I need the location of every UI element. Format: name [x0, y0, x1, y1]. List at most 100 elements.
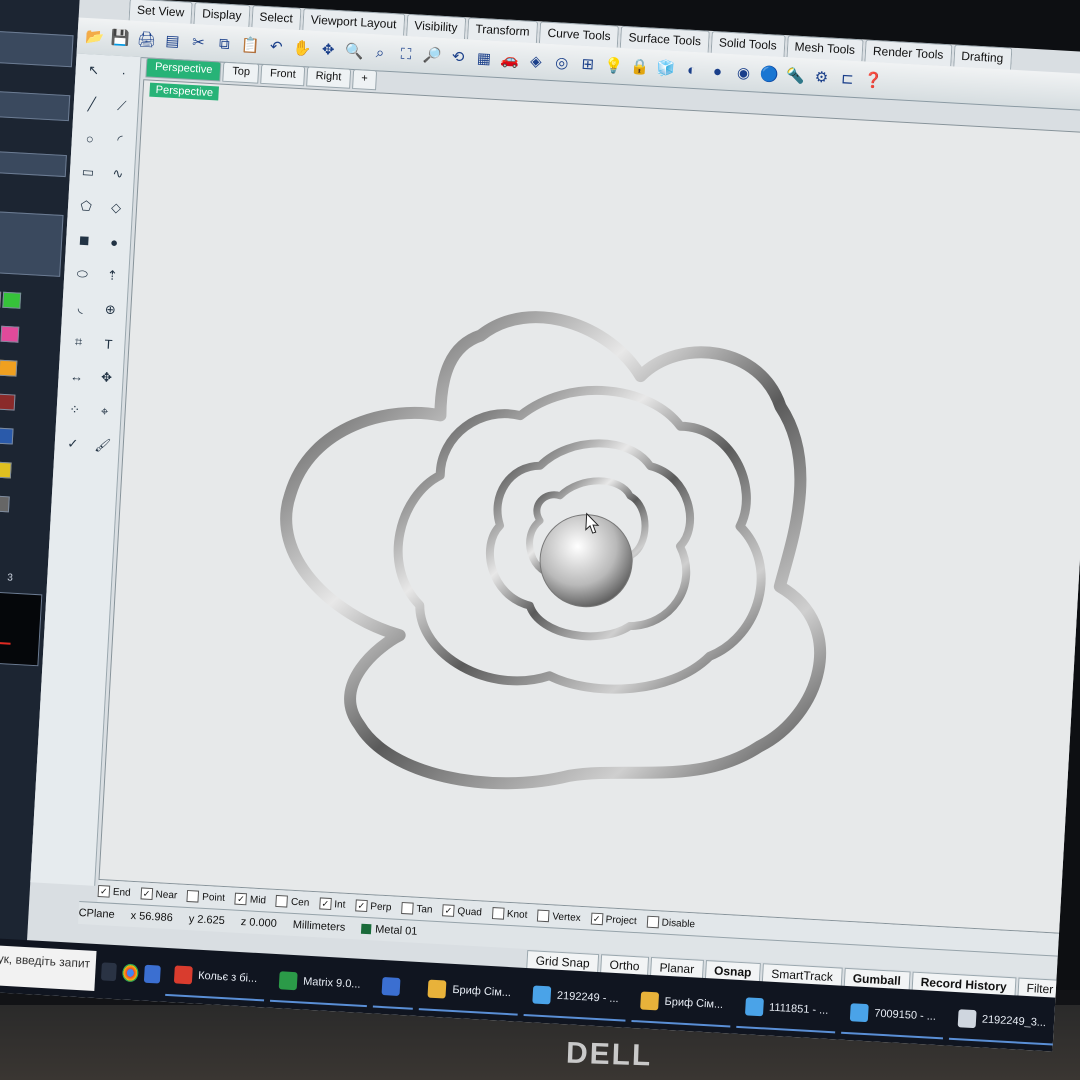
polygon-icon[interactable]: ⬠	[76, 196, 97, 217]
folder-open-icon[interactable]: 📂	[83, 25, 106, 48]
checkbox[interactable]: ✓	[318, 897, 332, 911]
layer-color-swatch[interactable]	[0, 359, 18, 377]
material-icon[interactable]: 🧊	[654, 57, 677, 80]
viewport-tab-right[interactable]: Right	[306, 66, 351, 89]
curve-icon[interactable]: ∿	[107, 163, 128, 184]
layer-color-swatch[interactable]	[0, 495, 10, 513]
copy-icon[interactable]: ⧉	[213, 32, 236, 55]
viewport-tab-perspective[interactable]: Perspective	[145, 57, 222, 82]
point-icon[interactable]: ·	[113, 62, 134, 83]
osnap-project[interactable]: ✓ Project	[590, 912, 637, 928]
dimension-icon[interactable]: ⊏	[836, 67, 859, 90]
taskbar-item[interactable]: Бриф Сім...	[631, 980, 733, 1028]
mesh-icon[interactable]: ⌗	[68, 332, 89, 353]
osnap-disable[interactable]: Disable	[646, 915, 695, 931]
checkbox[interactable]: ✓	[234, 892, 248, 906]
viewport-tab-top[interactable]: Top	[222, 61, 260, 84]
undo-icon[interactable]: ↶	[265, 35, 288, 58]
checkbox[interactable]	[401, 901, 414, 915]
layer-color-swatch[interactable]	[0, 461, 12, 479]
layer-color-swatch[interactable]	[2, 291, 22, 309]
circle-icon[interactable]: ○	[79, 128, 100, 149]
checkbox[interactable]: ✓	[355, 899, 368, 913]
surface-icon[interactable]: ◇	[106, 197, 127, 218]
spotlight-icon[interactable]: 🔦	[784, 64, 807, 87]
checkbox[interactable]	[537, 909, 550, 923]
check-icon[interactable]: ✓	[62, 433, 83, 454]
osnap-point[interactable]: Point	[186, 889, 225, 904]
boolean-icon[interactable]: ⊕	[100, 299, 121, 320]
taskbar-item[interactable]: Кольє з бі...	[164, 953, 267, 1002]
taskbar-item[interactable]: 1111851 - ...	[735, 985, 838, 1034]
zoom-window-icon[interactable]: ⌕	[369, 41, 392, 64]
shaded-sphere-icon[interactable]: ●	[706, 60, 729, 83]
osnap-tan[interactable]: Tan	[401, 901, 433, 916]
grid-icon[interactable]: ▦	[472, 47, 495, 70]
move-icon[interactable]: ✥	[317, 38, 340, 61]
perspective-viewport[interactable]: Perspective	[98, 79, 1080, 934]
taskbar-item[interactable]: Matrix 9.0...	[269, 959, 370, 1008]
cylinder-icon[interactable]: ⬭	[72, 264, 93, 285]
rotate-view-icon[interactable]: ⟲	[446, 45, 469, 68]
osnap-cen[interactable]: Cen	[275, 894, 310, 909]
fillet-icon[interactable]: ◟	[70, 298, 91, 319]
taskbar-item[interactable]: 2192249 - ...	[523, 974, 628, 1022]
gear-icon[interactable]: ⚙	[810, 66, 833, 89]
osnap-int[interactable]: ✓ Int	[318, 897, 346, 911]
light-bulb-icon[interactable]: 💡	[602, 54, 625, 77]
zoom-icon[interactable]: 🔍	[343, 39, 366, 62]
taskbar-item[interactable]	[373, 965, 416, 1010]
layer-color-swatch[interactable]	[0, 290, 2, 308]
paint-icon[interactable]: 🖌	[92, 435, 113, 456]
cut-icon[interactable]: ✂	[187, 31, 210, 54]
lock-icon[interactable]: 🔒	[628, 55, 651, 78]
rectangle-icon[interactable]: ▭	[77, 162, 98, 183]
layer-color-swatch[interactable]	[0, 325, 20, 343]
left-panel-palette[interactable]	[0, 209, 64, 277]
select-arrow-icon[interactable]: ↖	[83, 60, 104, 81]
pan-hand-icon[interactable]: ✋	[291, 36, 314, 59]
osnap-mid[interactable]: ✓ Mid	[234, 892, 267, 907]
osnap-near[interactable]: ✓ Near	[140, 887, 178, 901]
checkbox[interactable]	[646, 915, 660, 929]
osnap-end[interactable]: ✓ End	[97, 884, 131, 899]
car-icon[interactable]: 🚗	[498, 48, 521, 71]
extrude-icon[interactable]: ⇡	[102, 265, 123, 286]
layer-icon[interactable]: ⊞	[576, 52, 599, 75]
file-icon[interactable]	[143, 964, 161, 984]
render-sphere-icon[interactable]: 🔵	[758, 63, 781, 86]
color-wheel-icon[interactable]: ◐	[680, 58, 703, 81]
named-view-icon[interactable]: ◈	[524, 50, 547, 73]
analyze-icon[interactable]: ⌖	[94, 401, 115, 422]
target-icon[interactable]: ◎	[550, 51, 573, 74]
checkbox[interactable]: ✓	[140, 887, 153, 901]
menu-tab-drafting[interactable]: Drafting	[952, 44, 1012, 70]
line-icon[interactable]: ╱	[81, 94, 102, 115]
save-icon[interactable]: 💾	[109, 26, 132, 49]
osnap-perp[interactable]: ✓ Perp	[355, 899, 392, 913]
checkbox[interactable]	[491, 907, 505, 920]
left-panel-toolbar[interactable]	[0, 30, 74, 68]
taskbar-item[interactable]: Бриф Сім...	[419, 968, 521, 1016]
zoom-selected-icon[interactable]: 🔎	[420, 44, 443, 67]
taskbar-item[interactable]: 7009150 - ...	[841, 991, 946, 1040]
menu-tab-display[interactable]: Display	[193, 2, 251, 28]
text-icon[interactable]: T	[98, 333, 119, 354]
print-icon[interactable]: 🖨	[135, 28, 158, 51]
checkbox[interactable]	[186, 889, 200, 903]
left-panel-field[interactable]	[0, 150, 67, 178]
rendered-sphere-icon[interactable]: ◉	[732, 61, 755, 84]
cplane-label[interactable]: CPlane	[78, 907, 115, 921]
taskbar-search-input[interactable]: запити пошук, введіть запит тут	[0, 941, 97, 991]
chrome-icon[interactable]	[122, 963, 139, 983]
properties-icon[interactable]: ▤	[161, 29, 184, 52]
layer-color-swatch[interactable]	[0, 393, 16, 411]
sphere-icon[interactable]: ●	[104, 231, 125, 252]
array-icon[interactable]: ⁘	[64, 399, 85, 420]
units-label[interactable]: Millimeters	[292, 919, 345, 934]
checkbox[interactable]: ✓	[590, 912, 603, 926]
checkbox[interactable]	[275, 894, 289, 908]
osnap-vertex[interactable]: Vertex	[537, 909, 581, 924]
menu-tab-select[interactable]: Select	[250, 5, 302, 30]
move-tool-icon[interactable]: ✥	[96, 367, 117, 388]
